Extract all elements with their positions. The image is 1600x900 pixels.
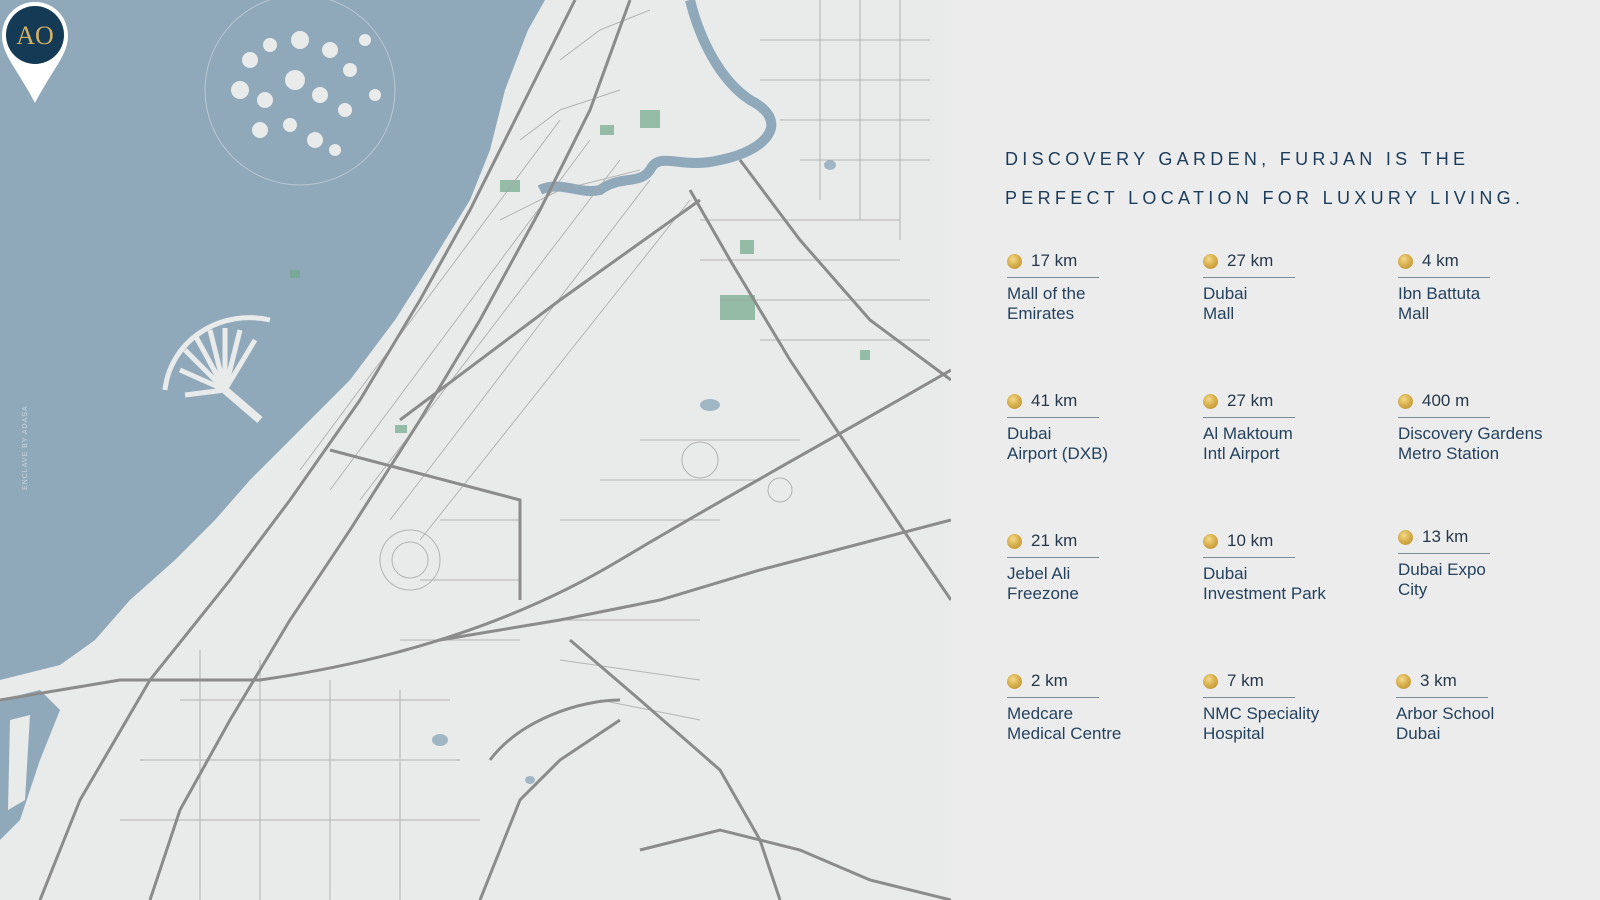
destination-distance: 21 km	[1031, 531, 1078, 550]
destination-name: Mall of the Emirates	[1007, 284, 1086, 323]
gold-dot-icon	[1007, 673, 1022, 689]
divider	[1203, 277, 1295, 278]
destination-name: Dubai Mall	[1203, 284, 1248, 323]
destination-name: Ibn Battuta Mall	[1398, 284, 1481, 323]
gold-dot-icon	[1007, 393, 1022, 409]
destination-item: 400 m Discovery Gardens Metro Station	[1398, 386, 1598, 464]
destination-distance: 27 km	[1227, 251, 1274, 270]
destination-name: Dubai Investment Park	[1203, 564, 1326, 603]
divider	[1398, 553, 1490, 554]
destination-distance: 17 km	[1031, 251, 1078, 270]
destination-item: 10 km Dubai Investment Park	[1203, 526, 1393, 604]
headline-line-2: PERFECT LOCATION FOR LUXURY LIVING.	[1005, 188, 1525, 208]
divider	[1203, 697, 1295, 698]
divider	[1007, 417, 1099, 418]
gold-dot-icon	[1398, 529, 1413, 545]
divider	[1398, 277, 1490, 278]
gold-dot-icon	[1203, 673, 1218, 689]
gold-dot-icon	[1398, 253, 1413, 269]
destination-item: 3 km Arbor School Dubai	[1396, 666, 1586, 744]
destination-distance: 3 km	[1420, 671, 1457, 690]
destination-name: Dubai Expo City	[1398, 560, 1486, 599]
destination-item: 21 km Jebel Ali Freezone	[1007, 526, 1197, 604]
destination-item: 41 km Dubai Airport (DXB)	[1007, 386, 1197, 464]
destination-distance: 4 km	[1422, 251, 1459, 270]
map-credit: ENCLAVE BY ADASA	[22, 405, 29, 490]
map-graphic	[0, 0, 951, 900]
destination-distance: 27 km	[1227, 391, 1274, 410]
destination-name: Jebel Ali Freezone	[1007, 564, 1079, 603]
gold-dot-icon	[1007, 533, 1022, 549]
page: ENCLAVE BY ADASA AO DISCOVERY GARDEN, FU…	[0, 0, 1600, 900]
destination-name: Medcare Medical Centre	[1007, 704, 1122, 743]
gold-dot-icon	[1203, 253, 1218, 269]
destination-distance: 7 km	[1227, 671, 1264, 690]
destination-item: 7 km NMC Speciality Hospital	[1203, 666, 1393, 744]
destination-distance: 400 m	[1422, 391, 1470, 410]
pin-monogram: AO	[16, 21, 54, 50]
headline-line-1: DISCOVERY GARDEN, FURJAN IS THE	[1005, 149, 1470, 169]
divider	[1396, 697, 1488, 698]
destination-distance: 10 km	[1227, 531, 1274, 550]
destination-name: Arbor School Dubai	[1396, 704, 1495, 743]
destination-distance: 2 km	[1031, 671, 1068, 690]
info-panel: DISCOVERY GARDEN, FURJAN IS THE PERFECT …	[951, 0, 1600, 900]
location-pin-icon[interactable]: AO	[0, 0, 70, 105]
destination-item: 17 km Mall of the Emirates	[1007, 246, 1197, 324]
divider	[1398, 417, 1490, 418]
divider	[1007, 697, 1099, 698]
divider	[1203, 557, 1295, 558]
divider	[1007, 277, 1099, 278]
creek	[537, 0, 777, 196]
gold-dot-icon	[1398, 393, 1413, 409]
destination-name: Dubai Airport (DXB)	[1007, 424, 1109, 463]
destination-item: 27 km Dubai Mall	[1203, 246, 1393, 324]
destination-item: 4 km Ibn Battuta Mall	[1398, 246, 1588, 324]
destination-name: NMC Speciality Hospital	[1203, 704, 1320, 743]
gold-dot-icon	[1396, 673, 1411, 689]
gold-dot-icon	[1203, 393, 1218, 409]
gold-dot-icon	[1007, 253, 1022, 269]
destination-item: 13 km Dubai Expo City	[1398, 522, 1588, 600]
destination-item: 27 km Al Maktoum Intl Airport	[1203, 386, 1393, 464]
destination-name: Discovery Gardens Metro Station	[1398, 424, 1543, 463]
gold-dot-icon	[1203, 533, 1218, 549]
destination-name: Al Maktoum Intl Airport	[1203, 424, 1293, 463]
divider	[1007, 557, 1099, 558]
divider	[1203, 417, 1295, 418]
destination-distance: 41 km	[1031, 391, 1078, 410]
headline: DISCOVERY GARDEN, FURJAN IS THE PERFECT …	[1005, 140, 1565, 218]
location-map[interactable]: ENCLAVE BY ADASA AO	[0, 0, 951, 900]
destination-item: 2 km Medcare Medical Centre	[1007, 666, 1197, 744]
destination-distance: 13 km	[1422, 527, 1469, 546]
